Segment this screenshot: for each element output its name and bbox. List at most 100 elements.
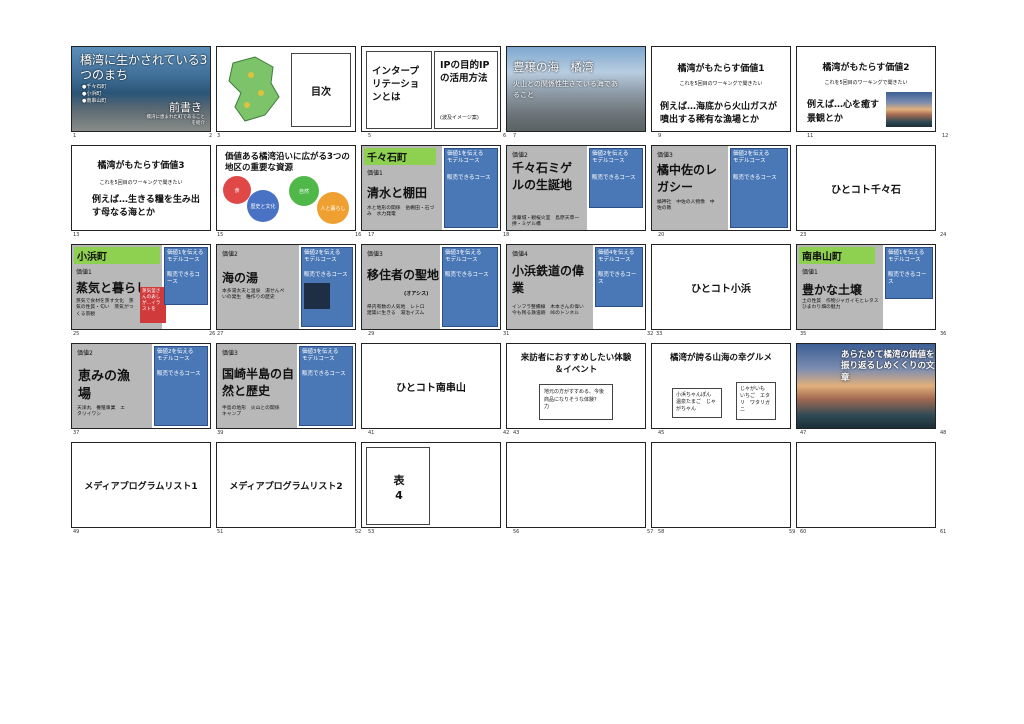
course-model: モデルコース bbox=[157, 355, 190, 362]
slide-21[interactable]: ひとコト南串山 bbox=[361, 343, 501, 429]
slide-title: 橘湾が誇る山海の幸グルメ bbox=[669, 353, 772, 363]
course-sale: 販売できるコース bbox=[445, 271, 489, 278]
course-panel[interactable]: 価値2を伝える モデルコース 販売できるコース bbox=[301, 247, 353, 327]
page-number: 16 bbox=[355, 232, 362, 238]
course-panel[interactable]: 価値1を伝える モデルコース 販売できるコース bbox=[885, 247, 933, 299]
course-panel[interactable]: 価値1を伝える モデルコース 販売できるコース bbox=[164, 247, 208, 305]
slide-subtitle: 火山との関係性生きている海であること bbox=[513, 80, 618, 99]
slide-27[interactable]: 表4 bbox=[361, 442, 501, 528]
slide-19[interactable]: 価値2 恵みの漁場 天洋丸 養殖事業 エタリイワシ 価値2を伝える モデルコース… bbox=[71, 343, 211, 429]
slide-4[interactable]: 豊穣の海 橘湾 火山との関係性生きている海であること bbox=[506, 46, 646, 132]
course-panel[interactable]: 価値2を伝える モデルコース 販売できるコース bbox=[589, 148, 643, 208]
page-number: 20 bbox=[658, 232, 665, 238]
value-title: 海の湯 bbox=[222, 271, 259, 285]
slide-title: 表4 bbox=[393, 474, 405, 502]
slide-25[interactable]: メディアプログラムリスト1 bbox=[71, 442, 211, 528]
page-number: 1 bbox=[73, 133, 77, 139]
slide-14[interactable]: 価値2 海の湯 本多湯太夫と温泉 湯せんぺいの発生 稚作りの歴史 価値2を伝える… bbox=[216, 244, 356, 330]
course-sale: 販売できるコース bbox=[598, 271, 637, 285]
experience-box: 地元の方がすすめる、今後商品になりそうな体験？ 力 bbox=[539, 384, 613, 420]
slide-title: ひとコト小浜 bbox=[691, 283, 751, 295]
slide-26[interactable]: メディアプログラムリスト2 bbox=[216, 442, 356, 528]
course-sale: 販売できるコース bbox=[157, 370, 201, 377]
page-number: 13 bbox=[73, 232, 80, 238]
page-number: 53 bbox=[368, 529, 375, 535]
slide-title: メディアプログラムリスト1 bbox=[84, 481, 198, 492]
slide-15[interactable]: 価値3 移住者の聖地 (オアシス) 県内有数の人気地 レトロ建築に生きる 湯治イ… bbox=[361, 244, 501, 330]
course-model: モデルコース bbox=[447, 157, 480, 164]
slide-9[interactable]: 千々石町 価値1 清水と棚田 水と地形の関係 岳棚田・石づみ 水力発電 価値1を… bbox=[361, 145, 501, 231]
slide-28[interactable] bbox=[506, 442, 646, 528]
photo-thumb bbox=[304, 282, 330, 309]
slide-5[interactable]: 橘湾がもたらす価値1 これを5回目のワーキングで聞きたい 例えば…海底から火山ガ… bbox=[651, 46, 791, 132]
slide-6[interactable]: 橘湾がもたらす価値2 これを5回目のワーキングで聞きたい 例えば…心を癒す景観と… bbox=[796, 46, 936, 132]
value-label: 価値2 bbox=[222, 251, 238, 258]
slide-3[interactable]: インタープリテーションとは IPの目的IPの活用方法 (波及イメージ案) bbox=[361, 46, 501, 132]
course-panel[interactable]: 価値2を伝える モデルコース 販売できるコース bbox=[154, 346, 208, 426]
course-sale: 販売できるコース bbox=[447, 174, 491, 181]
course-model: モデルコース bbox=[302, 355, 335, 362]
slide-2[interactable]: 目次 bbox=[216, 46, 356, 132]
value-label: 価値2 bbox=[77, 350, 93, 357]
page-number: 6 bbox=[503, 133, 507, 139]
page-number: 37 bbox=[73, 430, 80, 436]
slide-24[interactable]: あらためて橘湾の価値を振り返るしめくくりの文章 bbox=[796, 343, 936, 429]
slide-7[interactable]: 橘湾がもたらす価値3 これを5回目のワーキングで聞きたい 例えば…生きる糧を生み… bbox=[71, 145, 211, 231]
value-title: 移住者の聖地 bbox=[367, 268, 440, 282]
page-number: 5 bbox=[368, 133, 372, 139]
slide-13[interactable]: 小浜町 価値1 蒸気と暮らし 蒸気で食材を蒸す文化 蒸気の性質・匂い 蒸気がつく… bbox=[71, 244, 211, 330]
slide-20[interactable]: 価値3 国崎半島の自然と歴史 半島の地形 火山との関係 キャンプ 価値3を伝える… bbox=[216, 343, 356, 429]
course-panel[interactable]: 価値2を伝える モデルコース 販売できるコース bbox=[730, 148, 788, 228]
slide-23[interactable]: 橘湾が誇る山海の幸グルメ 小浜ちゃんぽん 温泉たまご じゃがちゃん じゃがいも … bbox=[651, 343, 791, 429]
course-heading: 価値3を伝える bbox=[302, 349, 339, 355]
course-panel[interactable]: 価値3を伝える モデルコース 販売できるコース bbox=[299, 346, 353, 426]
page-number: 11 bbox=[807, 133, 814, 139]
circle-history: 歴史と文化 bbox=[247, 190, 279, 222]
course-model: モデルコース bbox=[888, 256, 921, 263]
box-text: インタープリテーションとは bbox=[372, 66, 420, 103]
slide-18[interactable]: 南串山町 価値1 豊かな土壌 土の性質 作物ジャガイモとレタス ひまわり畑の魅力… bbox=[796, 244, 936, 330]
slide-8[interactable]: 価値ある橘湾沿いに広がる3つの地区の重要な資源 食 歴史と文化 自然 人と暮らし bbox=[216, 145, 356, 231]
bullet: ●南串山町 bbox=[82, 98, 107, 104]
value-items: 清藁城・観桜火室 島原天草一揆・ミゲル橋 bbox=[512, 216, 580, 228]
slide-30[interactable] bbox=[796, 442, 936, 528]
slide-16[interactable]: 価値4 小浜鉄道の偉業 インフラ整備線 木本さんの偉い 今も残る鉄道跡 峠のトン… bbox=[506, 244, 646, 330]
course-heading: 価値1を伝える bbox=[888, 250, 925, 256]
page-number: 24 bbox=[940, 232, 947, 238]
area-tag: 小浜町 bbox=[74, 247, 160, 264]
value-items: インフラ整備線 木本さんの偉い 今も残る鉄道跡 峠のトンネル bbox=[512, 305, 589, 317]
course-panel[interactable]: 価値3を伝える モデルコース 販売できるコース bbox=[442, 247, 498, 327]
right-box: IPの目的IPの活用方法 (波及イメージ案) bbox=[434, 51, 498, 129]
page-number: 52 bbox=[355, 529, 362, 535]
page-number: 3 bbox=[217, 133, 221, 139]
value-items: 天洋丸 養殖事業 エタリイワシ bbox=[77, 406, 125, 418]
slide-10[interactable]: 価値2 千々石ミゲルの生誕地 清藁城・観桜火室 島原天草一揆・ミゲル橋 価値2を… bbox=[506, 145, 646, 231]
slide-title: ひとコト千々石 bbox=[831, 184, 901, 196]
course-panel[interactable]: 価値4を伝える モデルコース 販売できるコース bbox=[595, 247, 643, 307]
slide-1[interactable]: 橋湾に生かされている3つのまち ●千々石町 ●小浜町 ●南串山町 前書き 橋湾に… bbox=[71, 46, 211, 132]
page-number: 9 bbox=[658, 133, 662, 139]
box-note: (波及イメージ案) bbox=[440, 115, 479, 121]
value-items: 橘神社 中佐の人物像 中佐の教 bbox=[657, 200, 715, 212]
course-heading: 価値2を伝える bbox=[157, 349, 194, 355]
slide-body: 例えば…心を癒す景観とか bbox=[807, 100, 880, 124]
course-sale: 販売できるコース bbox=[167, 271, 200, 285]
circle-people: 人と暮らし bbox=[317, 192, 349, 224]
callout-note: 蒸気釜さんの表しが…イラストを bbox=[140, 287, 166, 323]
slide-22[interactable]: 来訪者におすすめしたい体験＆イベント 地元の方がすすめる、今後商品になりそうな体… bbox=[506, 343, 646, 429]
page-number: 41 bbox=[368, 430, 375, 436]
page-number: 61 bbox=[940, 529, 947, 535]
slide-title: 橘湾がもたらす価値1 bbox=[677, 64, 765, 74]
course-panel[interactable]: 価値1を伝える モデルコース 販売できるコース bbox=[444, 148, 498, 228]
slide-12[interactable]: ひとコト千々石 bbox=[796, 145, 936, 231]
slide-body: 例えば…海底から火山ガスが噴出する稀有な漁場とか bbox=[660, 102, 778, 126]
slide-title: 橋湾に生かされている3つのまち bbox=[80, 53, 208, 82]
slide-17[interactable]: ひとコト小浜 bbox=[651, 244, 791, 330]
value-label: 価値1 bbox=[802, 269, 818, 276]
slide-29[interactable] bbox=[651, 442, 791, 528]
slide-11[interactable]: 価値3 橘中佐のレガシー 橘神社 中佐の人物像 中佐の教 価値2を伝える モデル… bbox=[651, 145, 791, 231]
value-title: 千々石ミゲルの生誕地 bbox=[512, 161, 573, 193]
value-items: 本多湯太夫と温泉 湯せんぺいの発生 稚作りの歴史 bbox=[222, 289, 285, 301]
page-number: 15 bbox=[217, 232, 224, 238]
value-label: 価値3 bbox=[367, 251, 383, 258]
